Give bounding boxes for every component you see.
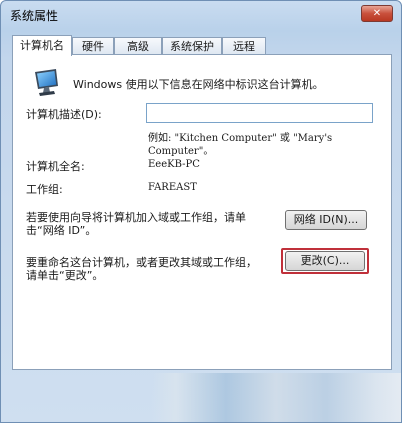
tab-hardware[interactable]: 硬件 [72,37,114,55]
tab-panel: Windows 使用以下信息在网络中标识这台计算机。 计算机描述(D): 例如:… [12,54,392,370]
blurred-region [151,373,401,422]
tab-advanced[interactable]: 高级 [114,37,162,55]
rename-text-line2: 请单击“更改”。 [26,269,104,282]
system-properties-window: 系统属性 ✕ 计算机名 硬件 高级 系统保护 远程 Windows 使用以下信息… [0,0,402,423]
description-input[interactable] [146,103,373,123]
change-button[interactable]: 更改(C)... [285,251,365,271]
monitor-icon [35,69,58,96]
network-id-button[interactable]: 网络 ID(N)... [285,210,367,230]
tab-remote[interactable]: 远程 [222,37,266,55]
close-button[interactable]: ✕ [361,5,393,22]
workgroup-label: 工作组: [26,183,63,196]
tab-system-protection[interactable]: 系统保护 [162,37,222,55]
intro-text: Windows 使用以下信息在网络中标识这台计算机。 [73,78,324,91]
wizard-text-line2: 击“网络 ID”。 [26,224,97,237]
workgroup-value: FAREAST [148,182,197,193]
window-title: 系统属性 [10,9,59,23]
tab-computer-name[interactable]: 计算机名 [12,35,72,56]
fullname-value: EeeKB-PC [148,159,200,170]
example-text-line2: Computer"。 [148,146,214,157]
fullname-label: 计算机全名: [26,160,85,173]
description-label: 计算机描述(D): [26,108,102,121]
